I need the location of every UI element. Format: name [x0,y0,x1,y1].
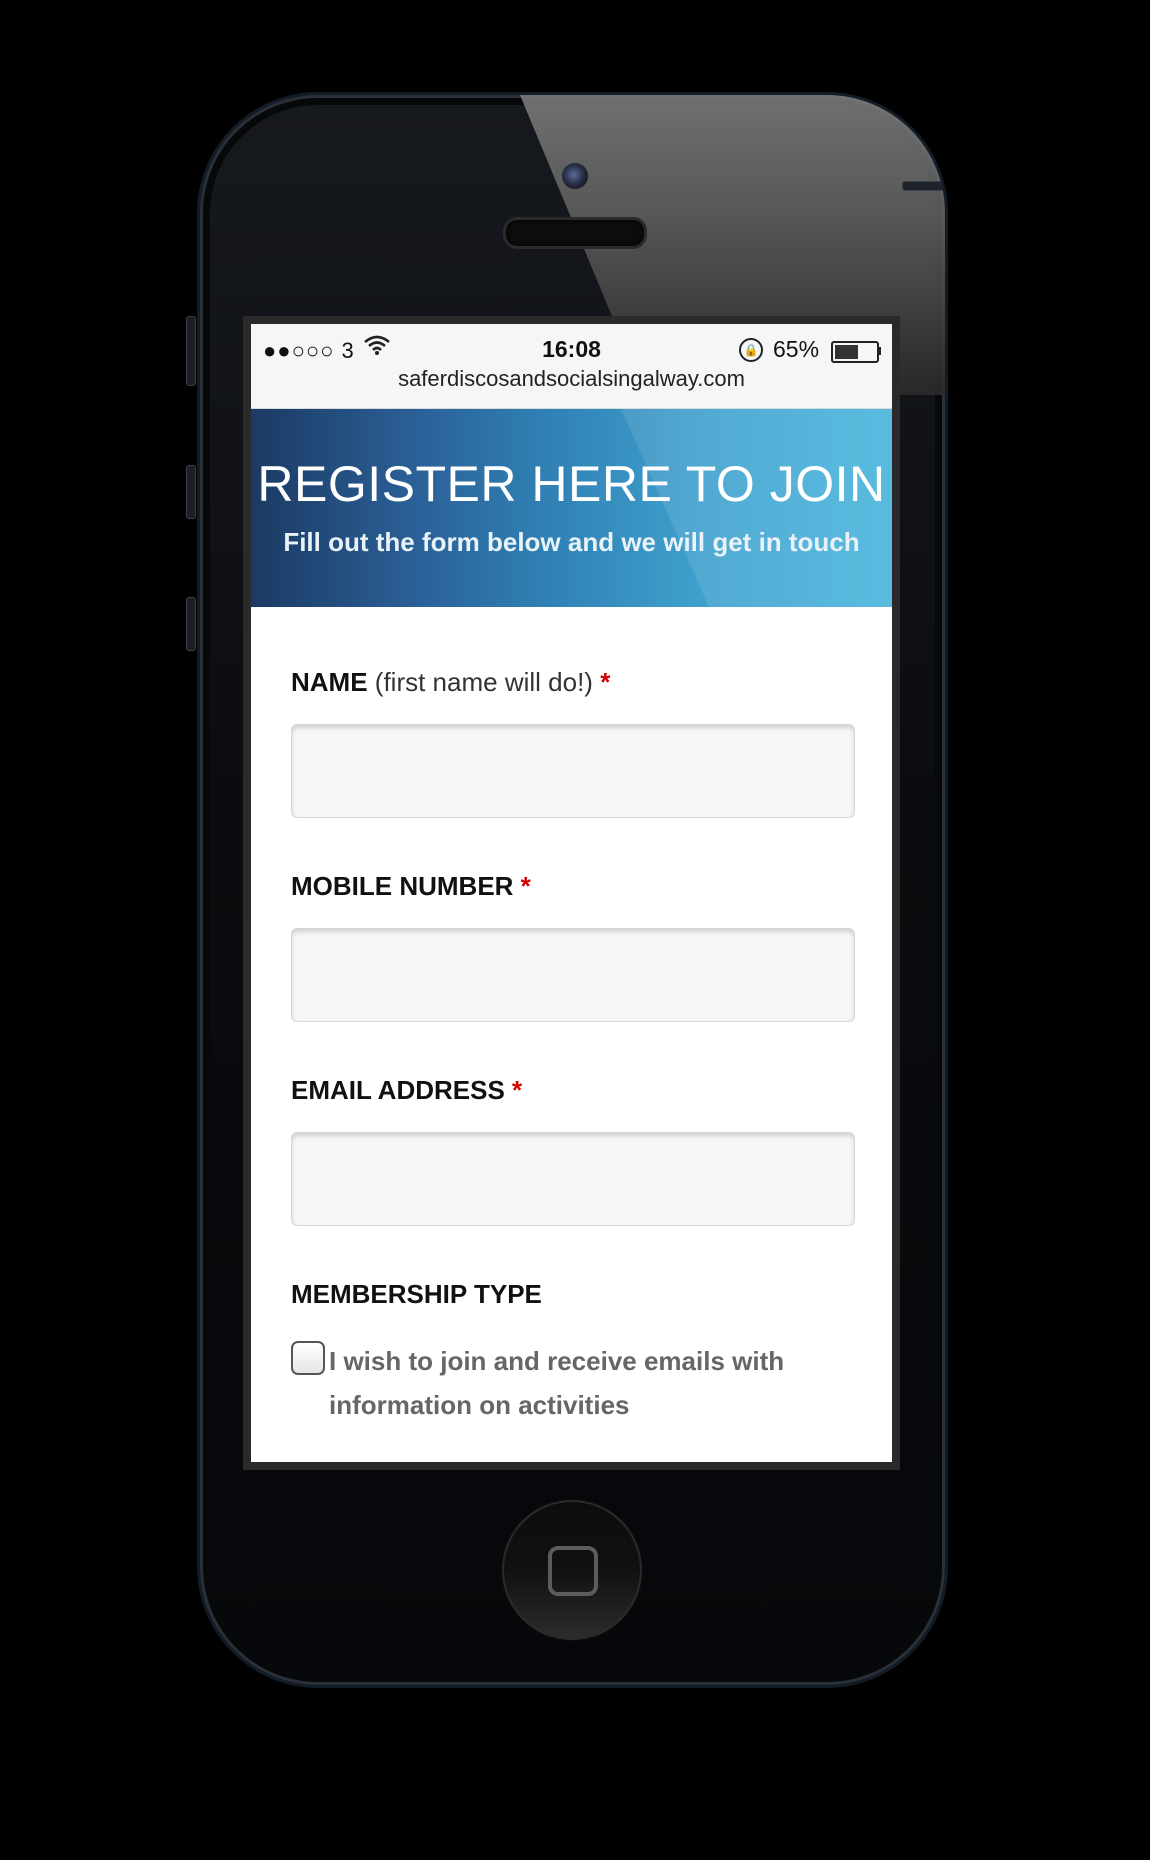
name-label-text: NAME [291,667,368,697]
volume-down-button [186,597,196,651]
mobile-label: MOBILE NUMBER * [291,871,853,902]
volume-up-button [186,465,196,519]
required-marker: * [600,667,611,697]
name-input[interactable] [291,724,855,818]
battery-tip [878,347,881,355]
membership-label: MEMBERSHIP TYPE [291,1279,542,1309]
front-camera [562,163,588,189]
name-label-note: (first name will do!) [374,667,593,697]
battery-percent: 65% [773,336,820,362]
hero-banner: REGISTER HERE TO JOIN Fill out the form … [251,409,892,607]
phone-screen: ●●○○○ 3 16:08 🔒 65% saferdiscosandsocial… [251,324,892,1462]
rotation-lock-icon: 🔒 [739,338,763,362]
url-bar[interactable]: saferdiscosandsocialsingalway.com [251,366,892,392]
email-field-group: EMAIL ADDRESS * [291,1075,855,1226]
status-bar: ●●○○○ 3 16:08 🔒 65% saferdiscosandsocial… [251,324,892,409]
name-field-group: NAME (first name will do!) * [291,667,855,818]
power-button [902,181,945,191]
mobile-input[interactable] [291,928,855,1022]
email-input[interactable] [291,1132,855,1226]
membership-field-group: MEMBERSHIP TYPE I wish to join and recei… [291,1279,853,1439]
membership-option-label[interactable]: I wish to join and receive emails with i… [329,1339,809,1427]
membership-checkbox[interactable] [291,1341,325,1375]
earpiece-speaker [503,217,647,249]
mobile-field-group: MOBILE NUMBER * [291,871,855,1022]
required-marker: * [512,1075,523,1105]
page-title: REGISTER HERE TO JOIN [257,456,886,512]
page-subtitle: Fill out the form below and we will get … [283,527,860,557]
home-square-icon [548,1546,598,1596]
battery-icon [831,341,879,363]
mute-switch [186,316,196,386]
email-label: EMAIL ADDRESS * [291,1075,853,1106]
email-label-text: EMAIL ADDRESS [291,1075,505,1105]
home-button[interactable] [502,1500,642,1640]
mobile-label-text: MOBILE NUMBER [291,871,514,901]
name-label: NAME (first name will do!) * [291,667,853,698]
required-marker: * [520,871,531,901]
